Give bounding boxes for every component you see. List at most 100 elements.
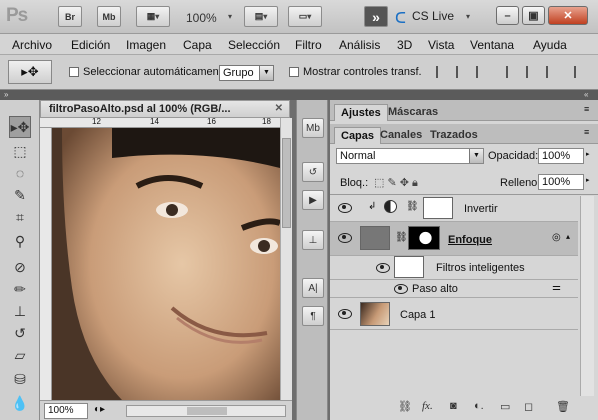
smart-filters-label[interactable]: Filtros inteligentes — [436, 262, 525, 274]
menu-filtro[interactable]: Filtro — [295, 38, 322, 52]
paint-bucket-tool-icon[interactable]: ⛁ — [9, 368, 31, 390]
layer-name[interactable]: Invertir — [464, 203, 498, 215]
extras-button[interactable]: ▦ ▾ — [136, 6, 170, 27]
brush-tool-icon[interactable]: ✏ — [9, 278, 31, 300]
eraser-tool-icon[interactable]: ▱ — [9, 344, 31, 366]
align-top-icon[interactable] — [436, 66, 450, 78]
smart-filter-badge-icon[interactable]: ◎ — [552, 232, 561, 243]
scroll-thumb[interactable] — [282, 138, 291, 228]
fill-field[interactable]: 100% — [538, 174, 584, 190]
new-layer-icon[interactable]: ◻ — [524, 400, 533, 413]
layer-style-icon[interactable]: fx. — [422, 400, 433, 412]
close-icon[interactable]: ✕ — [275, 103, 283, 114]
visibility-eye-icon[interactable] — [394, 284, 408, 294]
move-tool-preset-button[interactable]: ▸✥ — [8, 60, 52, 84]
layers-scrollbar[interactable] — [580, 196, 594, 396]
cs-live-label[interactable]: CS Live — [412, 9, 454, 23]
blending-options-icon[interactable]: ⚌ — [552, 282, 561, 293]
layer-name[interactable]: Enfoque — [448, 234, 492, 246]
link-layers-icon[interactable]: ⛓ — [398, 400, 412, 413]
tab-trazados[interactable]: Trazados — [424, 127, 484, 144]
layer-mask-thumbnail[interactable] — [408, 226, 440, 250]
mini-bridge-button[interactable]: Mb — [97, 6, 121, 27]
panel-menu-icon[interactable]: ≡ — [584, 104, 589, 114]
zoom-level[interactable]: 100% — [186, 11, 217, 25]
layer-thumbnail[interactable] — [360, 302, 390, 326]
align-left-icon[interactable] — [506, 66, 520, 78]
history-panel-icon[interactable]: ↺ — [302, 162, 324, 182]
auto-select-dropdown[interactable]: Grupo ▼ — [219, 65, 274, 81]
align-horizontal-center-icon[interactable] — [526, 66, 540, 78]
align-vertical-center-icon[interactable] — [456, 66, 470, 78]
menu-3d[interactable]: 3D — [397, 38, 412, 52]
bridge-button[interactable]: Br — [58, 6, 82, 27]
smart-filters-row[interactable]: Filtros inteligentes — [330, 256, 578, 280]
clone-source-panel-icon[interactable]: ⊥ — [302, 230, 324, 250]
filter-name[interactable]: Paso alto — [412, 283, 458, 295]
visibility-eye-icon[interactable] — [338, 309, 352, 319]
menu-archivo[interactable]: Archivo — [12, 38, 52, 52]
vertical-scrollbar[interactable] — [280, 118, 292, 400]
minimize-button[interactable]: – — [496, 6, 519, 25]
collapse-arrow-icon[interactable]: ▴ — [566, 232, 570, 241]
auto-select-checkbox[interactable] — [69, 67, 79, 77]
workspace-switcher-button[interactable]: » — [364, 6, 388, 27]
zoom-status-field[interactable]: 100% — [44, 403, 88, 419]
screen-mode-button[interactable]: ▭ ▾ — [288, 6, 322, 27]
clone-stamp-tool-icon[interactable]: ⊥ — [9, 300, 31, 322]
status-menu-icon[interactable]: ◐▸ — [94, 404, 105, 415]
paragraph-panel-icon[interactable]: ¶ — [302, 306, 324, 326]
marquee-tool-icon[interactable]: ⬚ — [9, 140, 31, 162]
layer-row-enfoque[interactable]: ⛓ Enfoque ◎ ▴ — [330, 222, 578, 256]
layer-row-capa-1[interactable]: Capa 1 — [330, 298, 578, 330]
document-tab[interactable]: filtroPasoAlto.psd al 100% (RGB/... ✕ — [40, 100, 290, 118]
chevron-down-icon[interactable]: ▾ — [228, 12, 232, 21]
move-tool-icon[interactable]: ▸✥ — [9, 116, 31, 138]
distribute-icon[interactable] — [574, 66, 588, 78]
actions-panel-icon[interactable]: ▶ — [302, 190, 324, 210]
layer-row-invertir[interactable]: ↲ ⛓ Invertir — [330, 194, 578, 222]
document-canvas[interactable] — [52, 128, 280, 400]
smart-object-thumbnail[interactable] — [360, 226, 390, 250]
menu-seleccion[interactable]: Selección — [228, 38, 280, 52]
new-adjustment-icon[interactable]: ◐. — [474, 400, 484, 412]
smart-filter-mask-thumbnail[interactable] — [394, 256, 424, 278]
expand-icon[interactable]: » — [4, 90, 8, 99]
close-button[interactable]: ✕ — [548, 6, 588, 25]
menu-capa[interactable]: Capa — [183, 38, 212, 52]
eyedropper-tool-icon[interactable]: ⚲ — [9, 230, 31, 252]
chevron-right-icon[interactable]: ▸ — [586, 150, 590, 158]
menu-ayuda[interactable]: Ayuda — [533, 38, 567, 52]
menu-edicion[interactable]: Edición — [71, 38, 110, 52]
opacity-field[interactable]: 100% — [538, 148, 584, 164]
align-bottom-icon[interactable] — [476, 66, 490, 78]
arrange-documents-button[interactable]: ▤ ▾ — [244, 6, 278, 27]
add-mask-icon[interactable]: ◙ — [450, 400, 457, 412]
filter-row-paso-alto[interactable]: Paso alto ⚌ — [330, 280, 578, 298]
mini-bridge-panel-icon[interactable]: Mb — [302, 118, 324, 138]
align-right-icon[interactable] — [546, 66, 560, 78]
tab-canales[interactable]: Canales — [374, 127, 428, 144]
history-brush-tool-icon[interactable]: ↺ — [9, 322, 31, 344]
menu-vista[interactable]: Vista — [428, 38, 454, 52]
panel-menu-icon[interactable]: ≡ — [584, 127, 589, 137]
show-transform-checkbox[interactable] — [289, 67, 299, 77]
blend-mode-dropdown[interactable]: Normal ▼ — [336, 148, 484, 164]
chevron-down-icon[interactable]: ▾ — [466, 12, 470, 21]
menu-ventana[interactable]: Ventana — [470, 38, 514, 52]
maximize-button[interactable]: ▣ — [522, 6, 545, 25]
blur-tool-icon[interactable]: 💧 — [9, 392, 31, 414]
tab-mascaras[interactable]: Máscaras — [382, 104, 444, 121]
layer-name[interactable]: Capa 1 — [400, 309, 435, 321]
layer-mask-thumbnail[interactable] — [423, 197, 453, 219]
healing-brush-tool-icon[interactable]: ⊘ — [9, 256, 31, 278]
scroll-thumb[interactable] — [187, 407, 227, 415]
lasso-tool-icon[interactable]: ◌ — [9, 162, 31, 184]
quick-selection-tool-icon[interactable]: ✎ — [9, 184, 31, 206]
visibility-eye-icon[interactable] — [376, 263, 390, 273]
menu-imagen[interactable]: Imagen — [126, 38, 166, 52]
tab-ajustes[interactable]: Ajustes — [334, 104, 388, 121]
crop-tool-icon[interactable]: ⌗ — [9, 206, 31, 228]
chevron-right-icon[interactable]: ▸ — [586, 176, 590, 184]
character-panel-icon[interactable]: A| — [302, 278, 324, 298]
